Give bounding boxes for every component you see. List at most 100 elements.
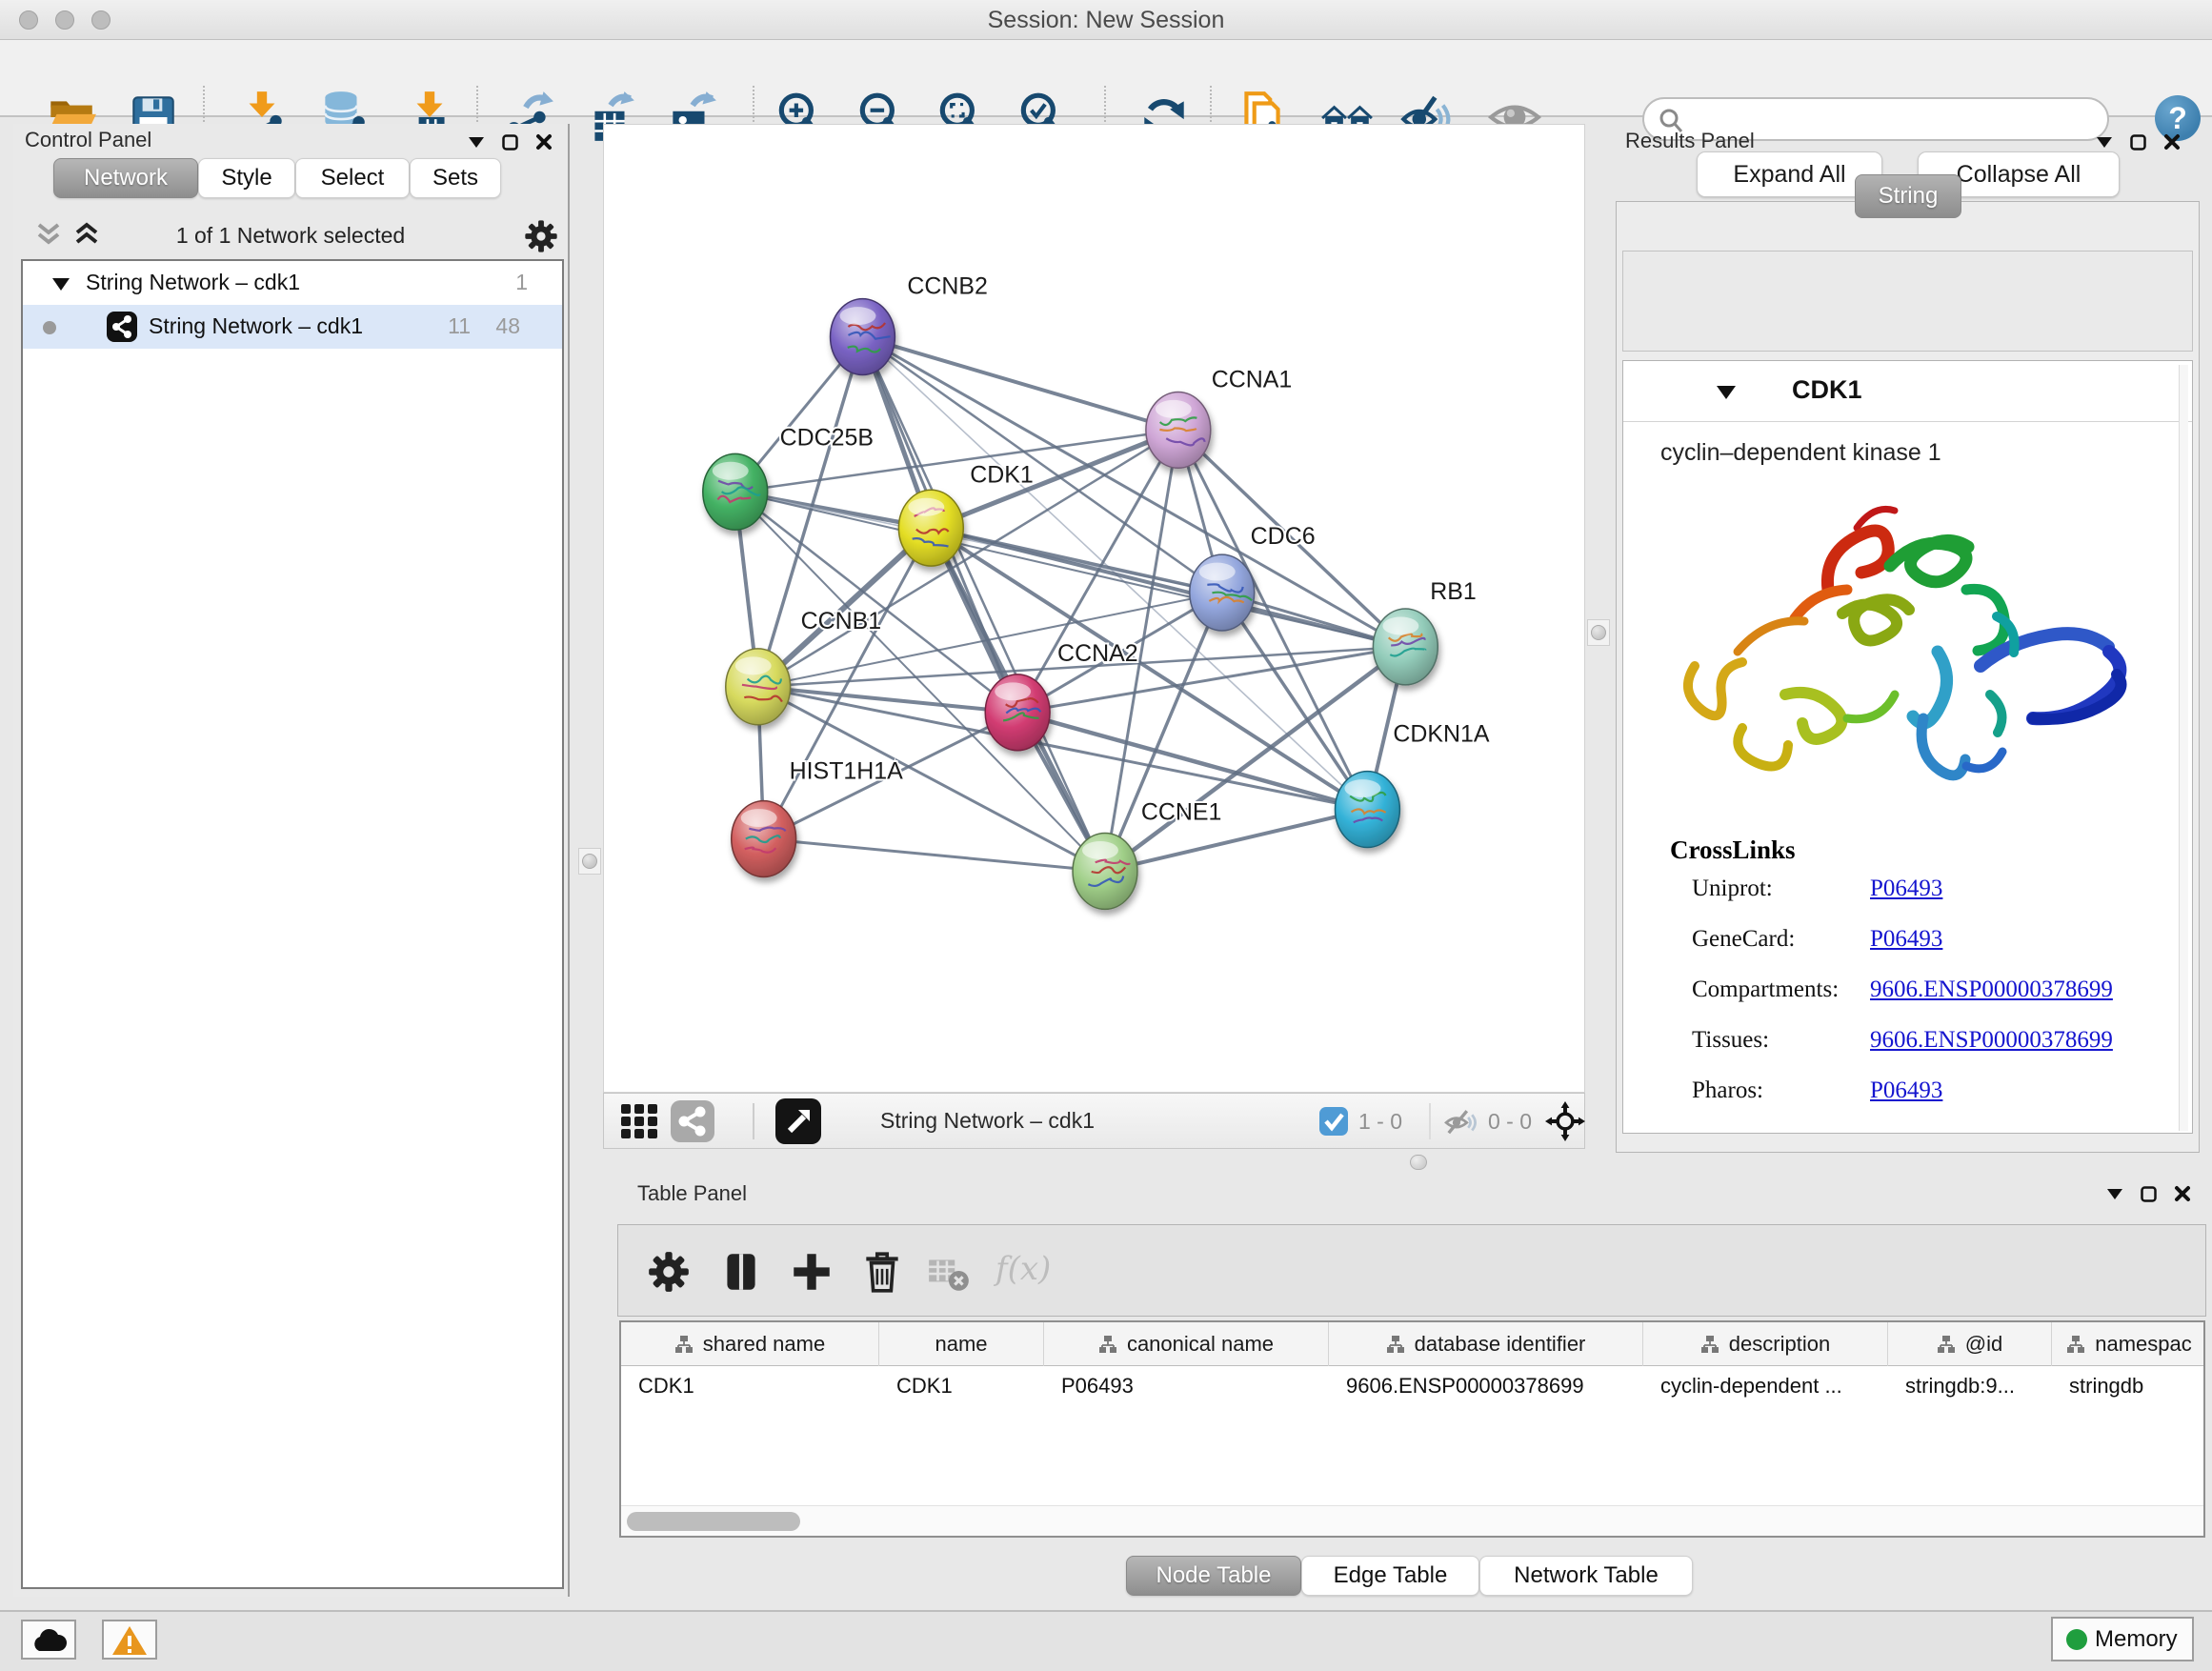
edge-CCNA1-CDK1[interactable]	[931, 430, 1177, 528]
entry-header[interactable]: CDK1	[1623, 361, 2192, 422]
float-panel-icon[interactable]	[2130, 134, 2146, 151]
tab-network[interactable]: Network	[53, 158, 198, 198]
node-label-CDC25B: CDC25B	[780, 424, 874, 451]
column-header-name[interactable]: name	[879, 1322, 1044, 1366]
table-cell[interactable]: stringdb:9...	[1888, 1366, 2052, 1406]
create-column-icon[interactable]	[788, 1248, 835, 1296]
left-splitter-handle[interactable]	[578, 848, 601, 875]
horizontal-splitter-handle[interactable]	[1410, 1155, 1427, 1170]
close-panel-icon[interactable]	[535, 133, 553, 151]
table-cell[interactable]: cyclin-dependent ...	[1643, 1366, 1888, 1406]
tab-edge-table[interactable]: Edge Table	[1301, 1556, 1479, 1596]
network-type-icon	[107, 312, 137, 342]
node-CCNE1[interactable]: CCNE1	[1073, 799, 1221, 910]
float-panel-icon[interactable]	[502, 134, 518, 151]
tab-node-table[interactable]: Node Table	[1126, 1556, 1301, 1596]
network-edge-count: 48	[478, 313, 520, 339]
edge-CCNB2-CCNA1[interactable]	[862, 337, 1177, 431]
table-horizontal-scrollbar[interactable]	[621, 1505, 2203, 1536]
column-header-label: database identifier	[1415, 1332, 1586, 1357]
table-cell[interactable]: CDK1	[879, 1366, 1044, 1406]
edge-CCNB2-RB1[interactable]	[862, 337, 1405, 647]
crosslink-link[interactable]: 9606.ENSP00000378699	[1870, 976, 2113, 1003]
table-cell[interactable]: CDK1	[621, 1366, 879, 1406]
close-panel-icon[interactable]	[2163, 133, 2181, 151]
tab-network-table[interactable]: Network Table	[1479, 1556, 1693, 1596]
column-type-icon	[1098, 1335, 1117, 1354]
node-label-CDKN1A: CDKN1A	[1393, 721, 1490, 748]
toolbar-separator	[753, 1103, 754, 1139]
column-type-icon	[1937, 1335, 1956, 1354]
column-header-database-identifier[interactable]: database identifier	[1329, 1322, 1643, 1366]
network-options-gear-icon[interactable]	[522, 217, 560, 255]
panel-menu-icon[interactable]	[468, 135, 485, 149]
column-header-canonical-name[interactable]: canonical name	[1044, 1322, 1329, 1366]
current-network-dot-icon	[42, 320, 57, 335]
column-type-icon	[1700, 1335, 1719, 1354]
hidden-eye-slash-icon[interactable]	[1442, 1105, 1478, 1137]
node-label-CCNA2: CCNA2	[1057, 640, 1138, 667]
cloud-status-button[interactable]	[21, 1620, 76, 1660]
delete-column-icon[interactable]	[858, 1248, 906, 1296]
column-header-label: canonical name	[1127, 1332, 1274, 1357]
entry-name: CDK1	[1792, 375, 1862, 405]
selected-checkbox-icon[interactable]	[1318, 1106, 1349, 1137]
panel-menu-icon[interactable]	[2106, 1187, 2123, 1200]
table-cell[interactable]: 9606.ENSP00000378699	[1329, 1366, 1643, 1406]
network-collection-row[interactable]: String Network – cdk1 1	[23, 261, 562, 305]
crosslink-label: Compartments:	[1692, 976, 1839, 1003]
entry-expander-icon[interactable]	[1716, 384, 1737, 400]
network-row-selected[interactable]: String Network – cdk1 11 48	[23, 305, 562, 349]
selected-count: 1 - 0	[1358, 1109, 1402, 1135]
close-panel-icon[interactable]	[2174, 1185, 2191, 1202]
birds-eye-view-icon[interactable]	[775, 1098, 821, 1144]
node-RB1[interactable]: RB1	[1373, 578, 1476, 685]
crosslink-label: Pharos:	[1692, 1077, 1763, 1104]
grid-view-icon[interactable]	[619, 1102, 659, 1140]
right-splitter-handle[interactable]	[1587, 619, 1610, 646]
node-label-CDK1: CDK1	[970, 461, 1034, 488]
entry-scrollbar[interactable]	[2179, 365, 2188, 1131]
warnings-button[interactable]	[102, 1620, 157, 1660]
float-panel-icon[interactable]	[2141, 1186, 2157, 1202]
crosslink-link[interactable]: P06493	[1870, 1077, 1942, 1104]
crosslink-link[interactable]: P06493	[1870, 926, 1942, 953]
node-CCNB2[interactable]: CCNB2	[831, 273, 988, 375]
cloud-icon	[30, 1626, 68, 1655]
collection-expander-icon[interactable]	[51, 276, 70, 292]
edge-CCNB2-CCNE1[interactable]	[862, 337, 1104, 872]
tab-sets[interactable]: Sets	[410, 158, 501, 198]
edges	[735, 337, 1406, 872]
column-type-icon	[2066, 1335, 2085, 1354]
table-cell[interactable]: P06493	[1044, 1366, 1329, 1406]
table-options-gear-icon[interactable]	[645, 1248, 693, 1296]
crosslink-link[interactable]: P06493	[1870, 876, 1942, 902]
memory-button[interactable]: Memory	[2051, 1617, 2194, 1661]
node-CDKN1A[interactable]: CDKN1A	[1336, 721, 1490, 848]
node-label-CCNB1: CCNB1	[801, 608, 882, 634]
crosslink-row: Tissues:9606.ENSP00000378699	[1623, 1027, 2192, 1077]
column-header-shared-name[interactable]: shared name	[621, 1322, 879, 1366]
edge-CDK1-RB1[interactable]	[931, 528, 1405, 647]
fit-selected-crosshair-icon[interactable]	[1545, 1101, 1585, 1141]
column-header-description[interactable]: description	[1643, 1322, 1888, 1366]
collection-label: String Network – cdk1	[86, 270, 300, 295]
panel-menu-icon[interactable]	[2096, 135, 2113, 149]
network-canvas[interactable]: CCNB2CCNA1CDC25BCDK1CDC6RB1CCNB1CCNA2CDK…	[603, 124, 1585, 1093]
column-header--id[interactable]: @id	[1888, 1322, 2052, 1366]
node-HIST1H1A[interactable]: HIST1H1A	[732, 758, 903, 877]
network-view-mode-icon[interactable]	[671, 1100, 714, 1142]
tab-select[interactable]: Select	[295, 158, 410, 198]
show-columns-icon[interactable]	[717, 1248, 765, 1296]
node-CCNA1[interactable]: CCNA1	[1146, 366, 1292, 468]
column-header-namespac[interactable]: namespac	[2052, 1322, 2205, 1366]
control-panel-title: Control Panel	[25, 128, 151, 152]
tab-style[interactable]: Style	[198, 158, 295, 198]
tab-string[interactable]: String	[1855, 174, 1961, 218]
current-network-title: String Network – cdk1	[880, 1108, 1095, 1134]
table-cell[interactable]: stringdb	[2052, 1366, 2205, 1406]
scrollbar-thumb[interactable]	[627, 1512, 800, 1531]
table-row[interactable]: CDK1CDK1P064939606.ENSP00000378699cyclin…	[621, 1366, 2205, 1406]
column-header-label: name	[935, 1332, 987, 1357]
crosslink-link[interactable]: 9606.ENSP00000378699	[1870, 1027, 2113, 1054]
